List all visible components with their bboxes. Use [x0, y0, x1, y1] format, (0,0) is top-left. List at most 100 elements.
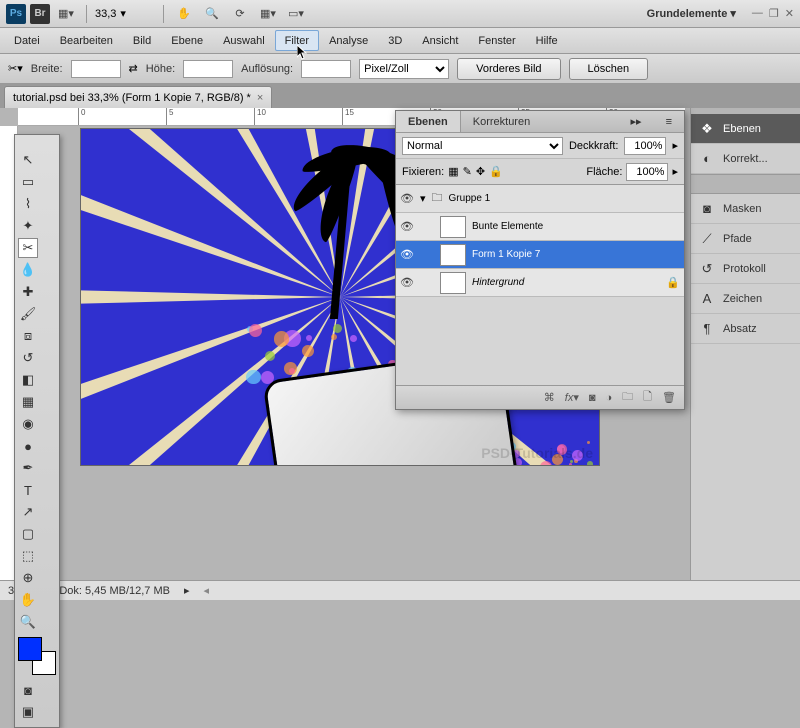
menu-analyse[interactable]: Analyse	[319, 28, 378, 53]
tab-layers[interactable]: Ebenen	[396, 111, 461, 132]
stamp-tool-icon[interactable]: ⧈	[18, 326, 38, 346]
zoom-tool-2-icon[interactable]: 🔍	[18, 612, 38, 632]
gradient-tool-icon[interactable]: ▦	[18, 392, 38, 412]
3d-camera-tool-icon[interactable]: ⊕	[18, 568, 38, 588]
menu-fenster[interactable]: Fenster	[468, 28, 525, 53]
hand-tool-icon[interactable]: ✋	[172, 4, 196, 24]
dock-item-ebenen[interactable]: ❖Ebenen	[691, 114, 800, 144]
height-input[interactable]	[183, 60, 233, 78]
status-doc-size[interactable]: Dok: 5,45 MB/12,7 MB	[59, 585, 170, 597]
menu-datei[interactable]: Datei	[4, 28, 50, 53]
layer-row[interactable]: 👁▾🗀Gruppe 1	[396, 185, 684, 213]
eyedropper-tool-icon[interactable]: 💧	[18, 260, 38, 280]
visibility-toggle-icon[interactable]: 👁	[400, 276, 414, 289]
quickmask-icon[interactable]: ◙	[18, 680, 38, 700]
swap-dims-icon[interactable]: ⇄	[129, 62, 138, 75]
opacity-input[interactable]: 100%	[624, 137, 666, 155]
history-brush-tool-icon[interactable]: ↺	[18, 348, 38, 368]
zoom-level[interactable]: 33,3 ▾	[95, 7, 155, 20]
clear-button[interactable]: Löschen	[569, 58, 649, 80]
bridge-logo-icon[interactable]: Br	[30, 4, 50, 24]
menu-bild[interactable]: Bild	[123, 28, 161, 53]
blur-tool-icon[interactable]: ◉	[18, 414, 38, 434]
menu-ebene[interactable]: Ebene	[161, 28, 213, 53]
dock-item-korrekt[interactable]: ◐Korrekt...	[691, 144, 800, 174]
lasso-tool-icon[interactable]: ⌇	[18, 194, 38, 214]
link-layers-icon[interactable]: ⌘	[544, 391, 555, 404]
layer-thumbnail[interactable]	[440, 272, 466, 294]
resolution-unit-select[interactable]: Pixel/Zoll	[359, 59, 449, 79]
photoshop-logo-icon[interactable]: Ps	[6, 4, 26, 24]
dock-item-pfade[interactable]: ⟋Pfade	[691, 224, 800, 254]
visibility-toggle-icon[interactable]: 👁	[400, 248, 414, 261]
brush-tool-icon[interactable]: 🖌	[18, 304, 38, 324]
workspace-switcher[interactable]: Grundelemente ▾	[647, 7, 736, 20]
path-select-tool-icon[interactable]: ↗	[18, 502, 38, 522]
layer-row[interactable]: 👁 Form 1 Kopie 7	[396, 241, 684, 269]
panel-menu-icon[interactable]: ≡	[654, 111, 684, 132]
dock-item-masken[interactable]: ◙Masken	[691, 194, 800, 224]
layer-name[interactable]: Gruppe 1	[449, 193, 680, 204]
lock-position-icon[interactable]: ✥	[476, 165, 485, 178]
lock-all-icon[interactable]: 🔒	[489, 165, 503, 178]
dodge-tool-icon[interactable]: ●	[18, 436, 38, 456]
healing-tool-icon[interactable]: ✚	[18, 282, 38, 302]
crop-tool-preset-icon[interactable]: ✂▾	[8, 62, 23, 75]
layer-name[interactable]: Hintergrund	[472, 277, 660, 288]
foreground-color-swatch[interactable]	[18, 637, 42, 661]
menu-bearbeiten[interactable]: Bearbeiten	[50, 28, 123, 53]
screen-mode-icon[interactable]: ▭▾	[284, 4, 308, 24]
layer-thumbnail[interactable]	[440, 216, 466, 238]
color-swatches[interactable]	[18, 637, 56, 675]
blend-mode-select[interactable]: Normal	[402, 137, 563, 155]
dock-item-zeichen[interactable]: AZeichen	[691, 284, 800, 314]
width-input[interactable]	[71, 60, 121, 78]
lock-pixels-icon[interactable]: ✎	[463, 165, 472, 178]
type-tool-icon[interactable]: T	[18, 480, 38, 500]
front-image-button[interactable]: Vorderes Bild	[457, 58, 560, 80]
menu-filter[interactable]: Filter	[275, 30, 319, 51]
maximize-icon[interactable]: ❐	[769, 7, 779, 20]
layer-row[interactable]: 👁Hintergrund🔒	[396, 269, 684, 297]
3d-tool-icon[interactable]: ⬚	[18, 546, 38, 566]
layer-mask-icon[interactable]: ◙	[589, 392, 596, 404]
screenmode-icon[interactable]: ▣	[18, 702, 38, 722]
layer-name[interactable]: Form 1 Kopie 7	[472, 249, 680, 260]
lock-transparency-icon[interactable]: ▦	[448, 165, 458, 178]
shape-tool-icon[interactable]: ▢	[18, 524, 38, 544]
close-tab-icon[interactable]: ×	[257, 92, 263, 104]
new-group-icon[interactable]: 🗀	[622, 388, 633, 407]
menu-hilfe[interactable]: Hilfe	[526, 28, 568, 53]
dock-item-protokoll[interactable]: ↺Protokoll	[691, 254, 800, 284]
new-layer-icon[interactable]: 🗋	[643, 388, 652, 407]
layer-thumbnail[interactable]	[440, 244, 466, 266]
pen-tool-icon[interactable]: ✒	[18, 458, 38, 478]
panel-collapse-icon[interactable]: ▸▸	[619, 111, 654, 132]
menu-3d[interactable]: 3D	[378, 28, 412, 53]
launch-bridge-icon[interactable]: ▦▾	[54, 4, 78, 24]
document-tab[interactable]: tutorial.psd bei 33,3% (Form 1 Kopie 7, …	[4, 86, 272, 108]
hand-tool-2-icon[interactable]: ✋	[18, 590, 38, 610]
layer-name[interactable]: Bunte Elemente	[472, 221, 680, 232]
status-flyout-icon[interactable]: ▸	[184, 584, 190, 597]
minimize-icon[interactable]: —	[752, 7, 763, 20]
zoom-tool-icon[interactable]: 🔍	[200, 4, 224, 24]
resolution-input[interactable]	[301, 60, 351, 78]
close-icon[interactable]: ✕	[785, 7, 794, 20]
layer-fx-icon[interactable]: fx▾	[565, 391, 579, 404]
opacity-flyout-icon[interactable]: ▸	[672, 139, 678, 152]
tab-adjustments[interactable]: Korrekturen	[461, 111, 542, 132]
visibility-toggle-icon[interactable]: 👁	[400, 220, 414, 233]
visibility-toggle-icon[interactable]: 👁	[400, 192, 414, 205]
rotate-view-icon[interactable]: ⟳	[228, 4, 252, 24]
eraser-tool-icon[interactable]: ◧	[18, 370, 38, 390]
fill-flyout-icon[interactable]: ▸	[672, 165, 678, 178]
dock-item-absatz[interactable]: ¶Absatz	[691, 314, 800, 344]
group-disclosure-icon[interactable]: ▾	[420, 192, 426, 205]
menu-ansicht[interactable]: Ansicht	[412, 28, 468, 53]
adjustment-layer-icon[interactable]: ◑	[606, 392, 613, 404]
move-tool-icon[interactable]: ↖	[18, 150, 38, 170]
arrange-docs-icon[interactable]: ▦▾	[256, 4, 280, 24]
fill-input[interactable]: 100%	[626, 163, 668, 181]
crop-tool-icon[interactable]: ✂	[18, 238, 38, 258]
